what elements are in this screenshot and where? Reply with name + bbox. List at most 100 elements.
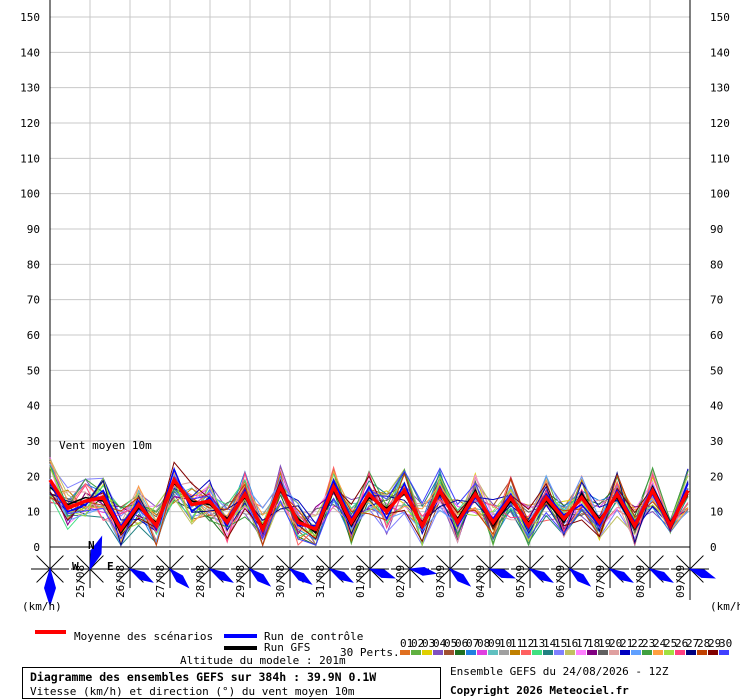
pert-color-swatch — [543, 650, 553, 655]
gfs-legend-swatch — [224, 646, 257, 650]
date-label: 03/09 — [434, 565, 447, 598]
wind-rose-spoke — [89, 568, 104, 583]
wind-rose-spoke — [169, 555, 184, 570]
date-label: 27/08 — [154, 565, 167, 598]
wind-rose — [31, 550, 69, 607]
date-label: 04/09 — [474, 565, 487, 598]
pert-color-swatch — [587, 650, 597, 655]
compass-w: W — [72, 560, 79, 573]
wind-direction-wedge — [368, 568, 396, 579]
control-legend-swatch — [224, 634, 257, 638]
y-tick-label-right: 10 — [710, 506, 723, 519]
date-label: 05/09 — [514, 565, 527, 598]
y-tick-label-right: 40 — [710, 400, 723, 413]
y-tick-label-left: 60 — [27, 329, 40, 342]
y-tick-label-left: 130 — [20, 82, 40, 95]
info-subtitle: Vitesse (km/h) et direction (°) du vent … — [30, 685, 355, 698]
wind-direction-wedge — [648, 568, 674, 583]
date-label: 09/09 — [674, 565, 687, 598]
y-tick-label-left: 0 — [33, 541, 40, 554]
pert-color-swatch — [675, 650, 685, 655]
y-tick-label-right: 60 — [710, 329, 723, 342]
date-label: 29/08 — [234, 565, 247, 598]
y-tick-label-right: 0 — [710, 541, 717, 554]
chart-root: 0 10 20 30 40 50 60 70 80 90 100 110 120 130 140 150 01… — [0, 0, 740, 700]
wind-direction-wedge — [488, 568, 516, 579]
pert-color-swatch — [411, 650, 421, 655]
y-tick-label-left: 70 — [27, 294, 40, 307]
pert-color-swatch — [488, 650, 498, 655]
altitude-label: Altitude du modele : 201m — [180, 654, 346, 667]
run-info: Ensemble GEFS du 24/08/2026 - 12Z — [450, 665, 669, 678]
wind-rose-spoke — [569, 555, 584, 570]
y-tick-label-right: 140 — [710, 46, 730, 59]
y-label-left: (km/h) — [22, 600, 62, 613]
y-tick-label-right: 90 — [710, 223, 723, 236]
date-label: 28/08 — [194, 565, 207, 598]
y-tick-label-left: 150 — [20, 11, 40, 24]
wind-rose-spoke — [489, 555, 504, 570]
wind-rose-spoke — [609, 555, 624, 570]
pert-color-swatch — [444, 650, 454, 655]
y-tick-label-right: 150 — [710, 11, 730, 24]
pert-color-swatch — [510, 650, 520, 655]
wind-rose-spoke — [209, 555, 224, 570]
pert-id-label: 30 — [719, 637, 732, 650]
copyright: Copyright 2026 Meteociel.fr — [450, 684, 629, 697]
y-tick-label-right: 110 — [710, 152, 730, 165]
pert-color-swatch — [576, 650, 586, 655]
wind-direction-wedge — [568, 567, 592, 587]
pert-color-swatch — [697, 650, 707, 655]
wind-direction-wedge — [688, 568, 716, 579]
y-tick-label-right: 50 — [710, 364, 723, 377]
date-label: 30/08 — [274, 565, 287, 598]
wind-direction-wedge — [208, 568, 234, 583]
y-tick-label-left: 90 — [27, 223, 40, 236]
pert-color-swatch — [653, 650, 663, 655]
y-tick-label-right: 120 — [710, 117, 730, 130]
wind-direction-wedge — [288, 567, 313, 585]
wind-rose-spoke — [689, 555, 704, 570]
pert-color-swatch — [499, 650, 509, 655]
wind-rose-spoke — [449, 555, 464, 570]
y-ticks-right: 0 10 20 30 40 50 60 70 80 90 100 110 120 130 140 150 — [710, 11, 730, 554]
compass-n: N — [88, 539, 95, 552]
y-tick-label-left: 10 — [27, 506, 40, 519]
pert-color-swatch — [433, 650, 443, 655]
wind-rose-spoke — [129, 555, 144, 570]
pert-color-swatch — [532, 650, 542, 655]
date-label: 07/09 — [594, 565, 607, 598]
wind-rose-spoke — [289, 555, 304, 570]
y-tick-label-left: 110 — [20, 152, 40, 165]
date-label: 08/09 — [634, 565, 647, 598]
wind-rose-spoke — [409, 555, 424, 570]
y-tick-label-right: 80 — [710, 258, 723, 271]
pert-color-swatch — [708, 650, 718, 655]
wind-direction-wedge — [528, 568, 554, 583]
pert-color-swatch — [719, 650, 729, 655]
pert-color-swatch — [620, 650, 630, 655]
y-tick-label-left: 80 — [27, 258, 40, 271]
y-tick-label-right: 30 — [710, 435, 723, 448]
y-tick-label-left: 30 — [27, 435, 40, 448]
date-label: 02/09 — [394, 565, 407, 598]
y-tick-label-right: 130 — [710, 82, 730, 95]
pert-color-swatch — [642, 650, 652, 655]
wind-direction-wedge — [248, 567, 272, 587]
mean-legend-swatch — [35, 630, 66, 634]
perts-legend-label: 30 Perts. — [340, 646, 400, 659]
date-label: 01/09 — [354, 565, 367, 598]
pert-color-swatch — [400, 650, 410, 655]
wind-direction-wedge — [448, 567, 472, 587]
y-tick-label-left: 40 — [27, 400, 40, 413]
wind-rose-spoke — [649, 555, 664, 570]
compass-e: E — [107, 560, 114, 573]
info-title: Diagramme des ensembles GEFS sur 384h : … — [30, 670, 377, 684]
mean-legend-label: Moyenne des scénarios — [74, 630, 214, 643]
date-label: 31/08 — [314, 565, 327, 598]
wind-rose-spoke — [529, 555, 544, 570]
wind-direction-wedge — [128, 568, 154, 583]
wind-direction-wedge — [328, 568, 354, 583]
y-label-right: (km/h) — [710, 600, 740, 613]
pert-color-swatch — [598, 650, 608, 655]
